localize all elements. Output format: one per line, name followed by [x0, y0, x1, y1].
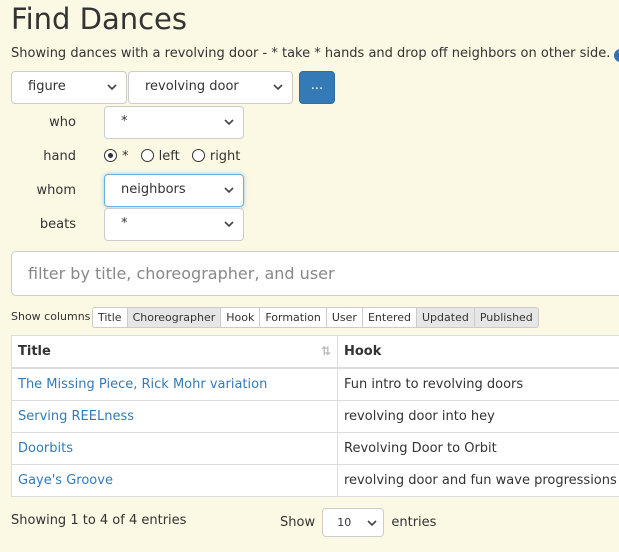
column-toggle-user[interactable]: User [326, 307, 363, 328]
dance-title-link[interactable]: The Missing Piece, Rick Mohr variation [18, 377, 267, 392]
dance-hook-cell: Fun intro to revolving doors [337, 367, 619, 401]
table-header-row: Title ⇅ Hook [11, 335, 619, 369]
dance-hook-cell: Revolving Door to Orbit [337, 432, 619, 465]
dances-table: Title ⇅ Hook The Missing Piece, Rick Mohr… [11, 335, 619, 497]
dance-title-link[interactable]: Serving REELness [18, 409, 134, 424]
dance-title-link[interactable]: Doorbits [18, 441, 73, 456]
column-toggle-published[interactable]: Published [474, 307, 539, 328]
question-circle-icon[interactable]: ? [614, 49, 619, 62]
hand-radio-group: * left right [104, 149, 248, 164]
page-title: Find Dances [11, 2, 188, 36]
who-label: who [49, 115, 76, 130]
table-row: The Missing Piece, Rick Mohr variation F… [11, 367, 619, 401]
whom-select[interactable]: neighbors [104, 174, 244, 207]
chevron-down-icon [224, 107, 234, 126]
table-row: Gaye's Groove revolving door and fun wav… [11, 464, 619, 497]
table-info: Showing 1 to 4 of 4 entries [11, 513, 187, 528]
dance-title-cell: The Missing Piece, Rick Mohr variation [11, 367, 338, 401]
whom-select-value: neighbors [121, 182, 186, 197]
column-toggle-entered[interactable]: Entered [362, 307, 417, 328]
hand-option-label: * [122, 149, 129, 164]
column-toggles: Title Choreographer Hook Formation User … [92, 307, 539, 328]
dance-title-link[interactable]: Gaye's Groove [18, 473, 113, 488]
dance-hook-cell: revolving door into hey [337, 400, 619, 433]
who-select[interactable]: * [104, 106, 244, 139]
chevron-down-icon [273, 72, 283, 91]
column-header-hook[interactable]: Hook [337, 335, 619, 369]
type-select-value: figure [28, 79, 66, 94]
hand-radio-left[interactable] [140, 149, 154, 162]
hand-radio-any[interactable] [104, 149, 117, 162]
table-row: Serving REELness revolving door into hey [11, 400, 619, 433]
dance-title-cell: Serving REELness [11, 400, 338, 433]
hand-label: hand [43, 149, 76, 164]
sort-icon[interactable]: ⇅ [321, 344, 331, 358]
chevron-down-icon [224, 175, 234, 194]
page-length-control: Show 10 entries [280, 508, 436, 537]
description-text: Showing dances with a revolving door - *… [11, 46, 611, 61]
more-options-button[interactable]: ... [299, 71, 335, 104]
dance-title-cell: Doorbits [11, 432, 338, 465]
who-select-value: * [121, 114, 128, 129]
hand-option-label: right [209, 149, 241, 164]
chevron-down-icon [367, 520, 377, 527]
figure-select-value: revolving door [145, 79, 239, 94]
chevron-down-icon [107, 72, 117, 91]
page-length-value: 10 [337, 516, 352, 529]
dance-title-cell: Gaye's Groove [11, 464, 338, 497]
column-header-title[interactable]: Title ⇅ [11, 335, 338, 369]
show-label: Show [280, 515, 316, 530]
hand-option-label: left [158, 149, 180, 164]
show-columns-label: Show columns [11, 310, 91, 323]
column-toggle-hook[interactable]: Hook [221, 307, 261, 328]
column-toggle-updated[interactable]: Updated [417, 307, 475, 328]
column-header-label: Title [18, 344, 51, 359]
column-toggle-title[interactable]: Title [92, 307, 128, 328]
dance-hook-cell: revolving door and fun wave progressions [337, 464, 619, 497]
search-description: Showing dances with a revolving door - *… [11, 46, 619, 62]
entries-label: entries [391, 515, 437, 530]
beats-select[interactable]: * [104, 208, 244, 241]
whom-label: whom [36, 183, 77, 198]
type-select[interactable]: figure [11, 71, 127, 104]
hand-radio-right[interactable] [191, 149, 205, 162]
chevron-down-icon [224, 209, 234, 228]
beats-select-value: * [121, 216, 128, 231]
column-toggle-choreographer[interactable]: Choreographer [127, 307, 222, 328]
filter-input[interactable]: filter by title, choreographer, and user [11, 251, 619, 296]
table-row: Doorbits Revolving Door to Orbit [11, 432, 619, 465]
page-length-select[interactable]: 10 [322, 508, 385, 537]
beats-label: beats [39, 217, 76, 232]
column-toggle-formation[interactable]: Formation [260, 307, 327, 328]
figure-select[interactable]: revolving door [128, 71, 293, 104]
